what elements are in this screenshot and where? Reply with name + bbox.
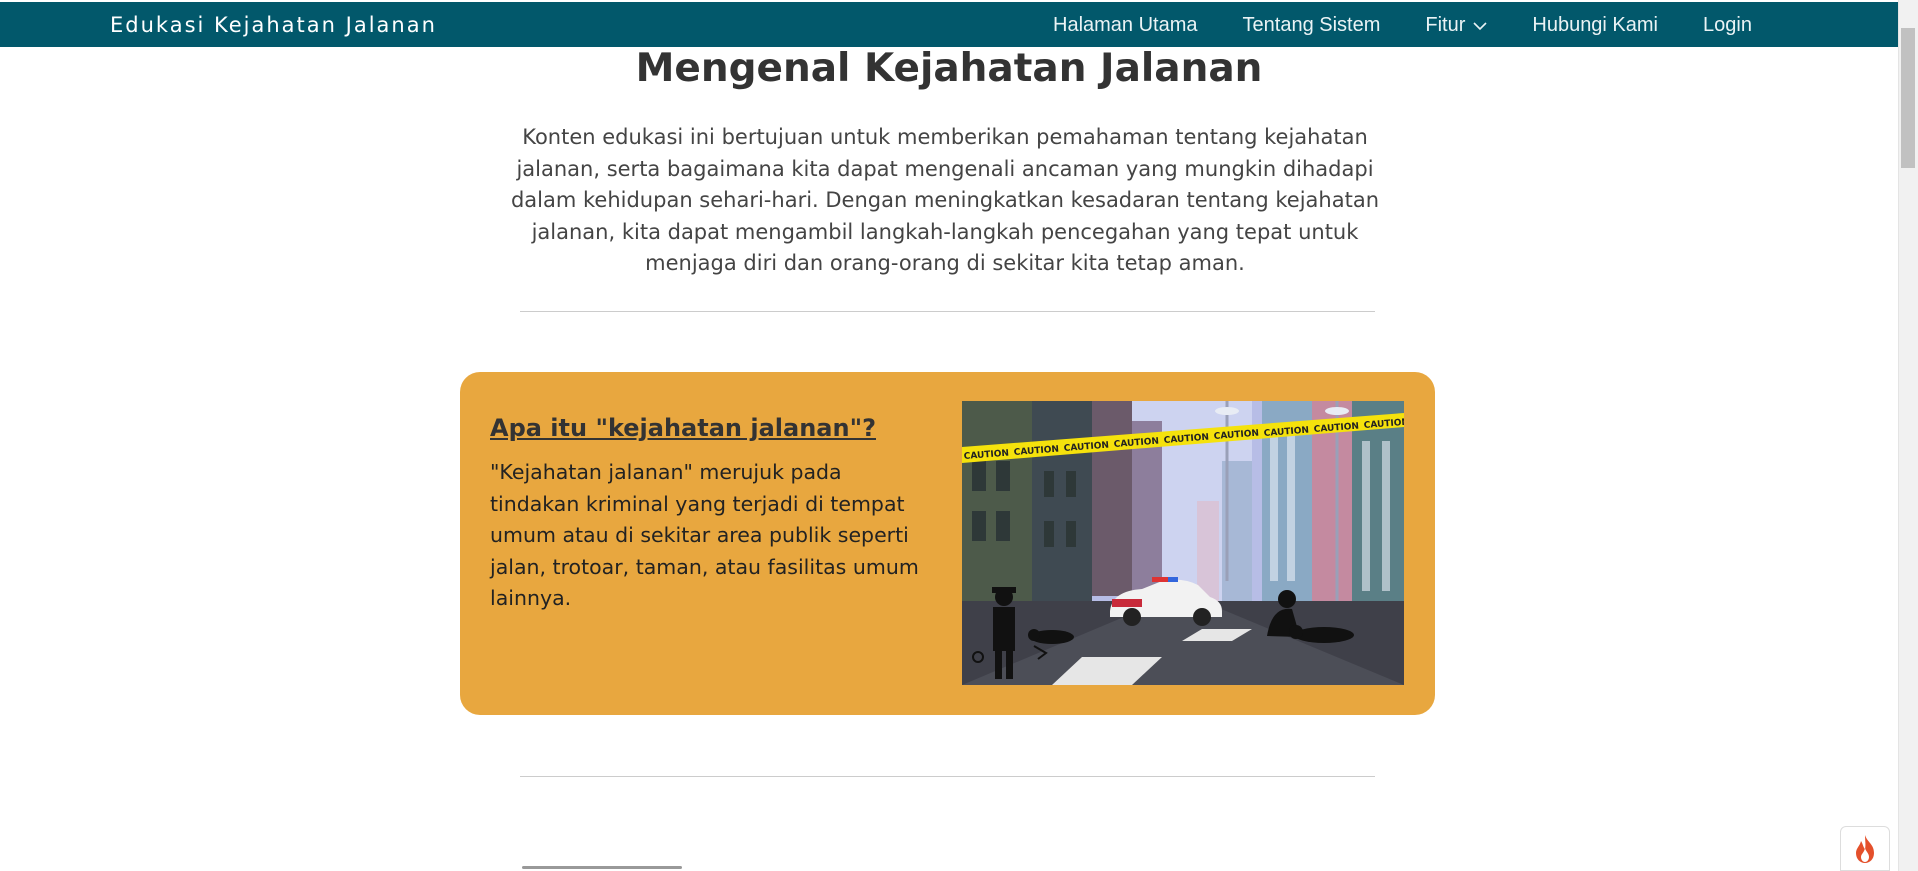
nav-link-home[interactable]: Halaman Utama bbox=[1053, 14, 1198, 37]
top-navbar: Edukasi Kejahatan Jalanan Halaman Utama … bbox=[0, 2, 1898, 47]
divider bbox=[520, 311, 1375, 312]
nav-link-login[interactable]: Login bbox=[1703, 14, 1752, 37]
site-brand[interactable]: Edukasi Kejahatan Jalanan bbox=[110, 13, 437, 37]
fire-icon bbox=[1856, 834, 1874, 863]
divider bbox=[520, 776, 1375, 777]
crime-scene-illustration: CAUTION CAUTION CAUTION CAUTION CAUTION … bbox=[962, 401, 1404, 685]
nav-link-features[interactable]: Fitur bbox=[1425, 14, 1487, 37]
nav-links: Halaman Utama Tentang Sistem Fitur Hubun… bbox=[1053, 14, 1752, 37]
intro-paragraph: Konten edukasi ini bertujuan untuk membe… bbox=[510, 125, 1380, 275]
page-title: Mengenal Kejahatan Jalanan bbox=[635, 46, 1263, 91]
nav-link-contact[interactable]: Hubungi Kami bbox=[1532, 14, 1658, 37]
info-card: Apa itu "kejahatan jalanan"? "Kejahatan … bbox=[460, 372, 1435, 715]
floating-action-button[interactable] bbox=[1840, 826, 1890, 871]
chevron-down-icon bbox=[1473, 21, 1487, 30]
card-title: Apa itu "kejahatan jalanan"? bbox=[490, 414, 876, 442]
card-text: "Kejahatan jalanan" merujuk pada tindaka… bbox=[490, 460, 919, 610]
scrollbar-thumb[interactable] bbox=[1901, 28, 1915, 168]
vertical-scrollbar[interactable] bbox=[1898, 0, 1918, 871]
nav-link-about[interactable]: Tentang Sistem bbox=[1243, 14, 1381, 37]
next-section-heading-partial bbox=[522, 860, 722, 871]
